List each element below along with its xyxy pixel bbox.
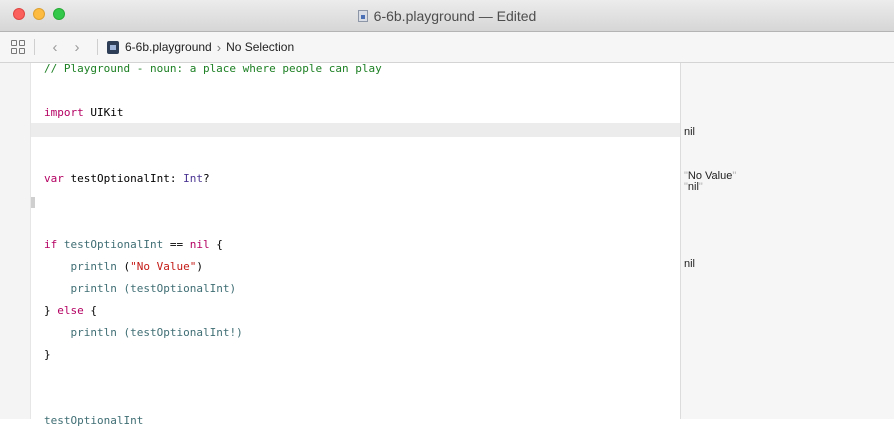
- result-value: nil: [687, 181, 699, 193]
- brace: }: [44, 348, 51, 361]
- related-items-grid-icon[interactable]: [11, 40, 25, 54]
- quote-mark: ": [698, 181, 703, 193]
- keyword: import: [44, 106, 84, 119]
- argument: (testOptionalInt): [123, 282, 237, 295]
- code-line-17: testOptionalInt: [44, 415, 382, 426]
- type-name: Int: [183, 172, 203, 185]
- code-editor[interactable]: // Playground - noun: a place where peop…: [0, 63, 894, 426]
- result-value: nil: [684, 258, 696, 270]
- keyword: nil: [189, 238, 210, 251]
- editor-gutter[interactable]: [0, 63, 31, 419]
- code-line-1: // Playground - noun: a place where peop…: [44, 63, 382, 74]
- code-line-6: var testOptionalInt: Int?: [44, 173, 382, 184]
- function-call: println: [70, 260, 117, 273]
- code-line-14: }: [44, 349, 382, 360]
- document-icon: [357, 10, 368, 22]
- quote-mark: ": [732, 170, 737, 182]
- brace: }: [44, 304, 51, 317]
- identifier: testOptionalInt:: [70, 172, 177, 185]
- forward-arrow-icon[interactable]: ›: [66, 39, 88, 56]
- source-code[interactable]: // Playground - noun: a place where peop…: [44, 63, 382, 426]
- identifier: testOptionalInt: [44, 414, 144, 427]
- result-line-println-2[interactable]: "nil": [684, 181, 703, 193]
- code-line-13: println (testOptionalInt!): [44, 327, 382, 338]
- paren: ): [196, 260, 203, 273]
- brace: {: [216, 238, 223, 251]
- code-line-12: } else {: [44, 305, 382, 316]
- keyword: if: [44, 238, 58, 251]
- argument: (testOptionalInt!): [123, 326, 243, 339]
- breadcrumb-selection[interactable]: No Selection: [226, 40, 294, 54]
- code-fold-marker[interactable]: [31, 197, 35, 208]
- keyword: var: [44, 172, 64, 185]
- window-title: 6-6b.playground — Edited: [373, 8, 537, 24]
- results-sidebar: nil "No Value" "nil" nil: [680, 63, 894, 419]
- keyword: else: [57, 304, 84, 317]
- function-call: println: [70, 282, 117, 295]
- result-line-expression[interactable]: nil: [684, 258, 695, 270]
- window-title-container: 6-6b.playground — Edited: [0, 0, 894, 32]
- back-arrow-icon[interactable]: ‹: [44, 39, 66, 56]
- result-line-var[interactable]: nil: [684, 126, 695, 138]
- title-bar: 6-6b.playground — Edited: [0, 0, 894, 32]
- chevron-right-icon: ›: [216, 39, 222, 55]
- string-literal: "No Value": [130, 260, 197, 273]
- jump-bar-divider: [34, 39, 35, 55]
- code-line-3: import UIKit: [44, 107, 382, 118]
- jump-bar: ‹ › 6-6b.playground › No Selection: [0, 32, 894, 63]
- jump-bar-divider: [97, 39, 98, 55]
- module-name: UIKit: [90, 106, 124, 119]
- comment: // Playground - noun: a place where peop…: [44, 62, 382, 75]
- code-line-11: println (testOptionalInt): [44, 283, 382, 294]
- breadcrumb-file[interactable]: 6-6b.playground: [125, 40, 212, 54]
- identifier: testOptionalInt: [63, 238, 164, 251]
- code-line-10: println ("No Value"): [44, 261, 382, 272]
- code-line-9: if testOptionalInt == nil {: [44, 239, 382, 250]
- function-call: println: [70, 326, 117, 339]
- result-value: nil: [684, 126, 696, 138]
- optional-mark: ?: [202, 172, 210, 185]
- playground-file-icon: [107, 40, 119, 54]
- brace: {: [90, 304, 97, 317]
- operator: ==: [169, 238, 184, 251]
